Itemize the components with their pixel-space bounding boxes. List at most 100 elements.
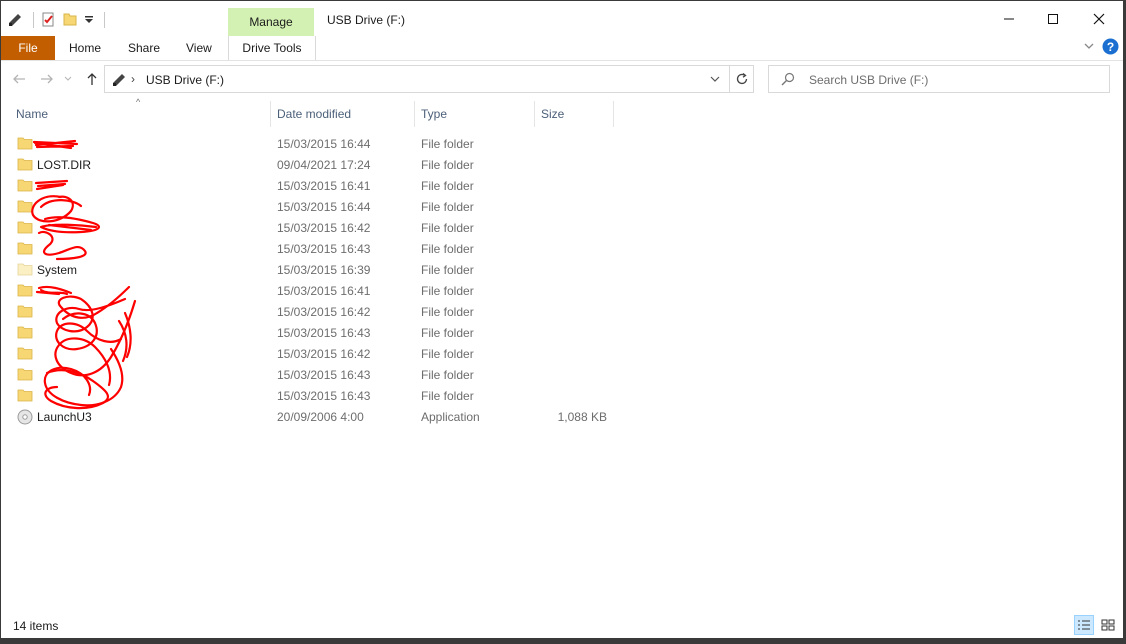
- file-date-modified: 15/03/2015 16:44: [277, 200, 371, 214]
- chevron-down-icon: [710, 76, 720, 82]
- large-icons-view-icon: [1101, 619, 1115, 631]
- address-history-dropdown[interactable]: [705, 66, 725, 92]
- refresh-button[interactable]: [729, 66, 754, 92]
- tab-share[interactable]: Share: [128, 41, 160, 55]
- column-divider[interactable]: [414, 101, 415, 127]
- folder-icon: [17, 346, 33, 360]
- forward-button[interactable]: [37, 69, 57, 89]
- back-button[interactable]: [9, 69, 29, 89]
- details-view-icon: [1078, 620, 1090, 630]
- folder-icon: [17, 136, 33, 150]
- file-date-modified: 15/03/2015 16:43: [277, 389, 371, 403]
- folder-icon: [17, 388, 33, 402]
- search-icon: [781, 72, 795, 89]
- file-name: LOST.DIR: [37, 158, 92, 172]
- status-item-count: 14 items: [13, 619, 59, 633]
- folder-icon: [17, 283, 33, 297]
- folder-icon: [17, 157, 33, 171]
- refresh-icon: [736, 72, 748, 85]
- window-title: USB Drive (F:): [327, 13, 405, 27]
- file-row[interactable]: 15/03/2015 16:42 File folder: [1, 343, 621, 364]
- column-header-name[interactable]: Name: [16, 107, 48, 127]
- toolbar-divider: [33, 12, 34, 28]
- file-date-modified: 15/03/2015 16:42: [277, 221, 371, 235]
- file-row[interactable]: 15/03/2015 16:41 File folder: [1, 175, 621, 196]
- cd-app-icon: [17, 409, 33, 425]
- system-folder-icon: [17, 262, 33, 276]
- file-date-modified: 15/03/2015 16:41: [277, 179, 371, 193]
- folder-icon: [17, 178, 33, 192]
- file-size: 1,088 KB: [557, 410, 607, 424]
- folder-icon: [17, 325, 33, 339]
- file-date-modified: 09/04/2021 17:24: [277, 158, 371, 172]
- tab-file[interactable]: File: [1, 36, 55, 60]
- tab-view[interactable]: View: [186, 41, 212, 55]
- file-name: System: [37, 263, 78, 277]
- column-divider[interactable]: [270, 101, 271, 127]
- address-bar[interactable]: › USB Drive (F:): [104, 65, 754, 93]
- ribbon-tabs: File Home Share View Drive Tools ?: [1, 36, 1123, 61]
- file-type: File folder: [421, 347, 474, 361]
- file-name: LaunchU3: [37, 410, 92, 424]
- drive-icon: [7, 11, 23, 30]
- file-row[interactable]: 15/03/2015 16:42 File folder: [1, 217, 621, 238]
- file-row[interactable]: LaunchU3 20/09/2006 4:00 Application 1,088 …: [1, 406, 621, 427]
- new-folder-icon[interactable]: [62, 11, 78, 30]
- file-row[interactable]: 15/03/2015 16:43 File folder: [1, 238, 621, 259]
- breadcrumb-location[interactable]: USB Drive (F:): [146, 73, 224, 87]
- folder-icon: [17, 367, 33, 381]
- search-box[interactable]: Search USB Drive (F:): [768, 65, 1110, 93]
- file-date-modified: 15/03/2015 16:43: [277, 326, 371, 340]
- file-row[interactable]: 15/03/2015 16:42 File folder: [1, 301, 621, 322]
- file-row[interactable]: System 15/03/2015 16:39 File folder: [1, 259, 621, 280]
- file-type: Application: [421, 410, 480, 424]
- breadcrumb-chevron-icon[interactable]: ›: [131, 72, 135, 86]
- close-button[interactable]: [1077, 5, 1121, 33]
- column-header-date[interactable]: Date modified: [277, 107, 351, 127]
- back-arrow-icon: [13, 74, 25, 84]
- column-header-type[interactable]: Type: [421, 107, 447, 127]
- file-type: File folder: [421, 305, 474, 319]
- folder-icon: [17, 304, 33, 318]
- forward-arrow-icon: [41, 74, 53, 84]
- file-row[interactable]: 15/03/2015 16:43 File folder: [1, 385, 621, 406]
- minimize-button[interactable]: [987, 5, 1031, 33]
- minimize-icon: [1004, 18, 1014, 20]
- file-row[interactable]: 15/03/2015 16:43 File folder: [1, 322, 621, 343]
- properties-icon[interactable]: [40, 11, 56, 30]
- file-row[interactable]: LOST.DIR 09/04/2021 17:24 File folder: [1, 154, 621, 175]
- maximize-button[interactable]: [1031, 5, 1075, 33]
- large-icons-view-button[interactable]: [1098, 615, 1118, 635]
- file-date-modified: 15/03/2015 16:43: [277, 368, 371, 382]
- file-type: File folder: [421, 137, 474, 151]
- up-arrow-icon: [87, 73, 97, 85]
- customize-toolbar-icon[interactable]: [84, 11, 94, 30]
- file-row[interactable]: 15/03/2015 16:41 File folder: [1, 280, 621, 301]
- file-date-modified: 15/03/2015 16:42: [277, 347, 371, 361]
- details-view-button[interactable]: [1074, 615, 1094, 635]
- recent-locations-button[interactable]: [61, 69, 75, 89]
- file-row[interactable]: 15/03/2015 16:44 File folder: [1, 133, 621, 154]
- file-list: 15/03/2015 16:44 File folder LOST.DIR 09/04…: [1, 133, 621, 427]
- help-icon[interactable]: ?: [1102, 38, 1119, 58]
- drive-icon: [111, 71, 127, 90]
- column-divider[interactable]: [613, 101, 614, 127]
- file-row[interactable]: 15/03/2015 16:43 File folder: [1, 364, 621, 385]
- column-header-size[interactable]: Size: [541, 107, 564, 127]
- up-button[interactable]: [82, 69, 102, 89]
- quick-access-toolbar: [7, 10, 105, 30]
- manage-tab[interactable]: Manage: [228, 8, 314, 36]
- file-date-modified: 15/03/2015 16:44: [277, 137, 371, 151]
- file-date-modified: 20/09/2006 4:00: [277, 410, 364, 424]
- folder-icon: [17, 241, 33, 255]
- tab-home[interactable]: Home: [69, 41, 101, 55]
- column-divider[interactable]: [534, 101, 535, 127]
- file-date-modified: 15/03/2015 16:41: [277, 284, 371, 298]
- tab-drive-tools[interactable]: Drive Tools: [228, 36, 316, 60]
- file-row[interactable]: 15/03/2015 16:44 File folder: [1, 196, 621, 217]
- file-type: File folder: [421, 263, 474, 277]
- file-date-modified: 15/03/2015 16:39: [277, 263, 371, 277]
- toolbar-divider: [104, 12, 105, 28]
- expand-ribbon-icon[interactable]: [1083, 40, 1095, 55]
- file-type: File folder: [421, 389, 474, 403]
